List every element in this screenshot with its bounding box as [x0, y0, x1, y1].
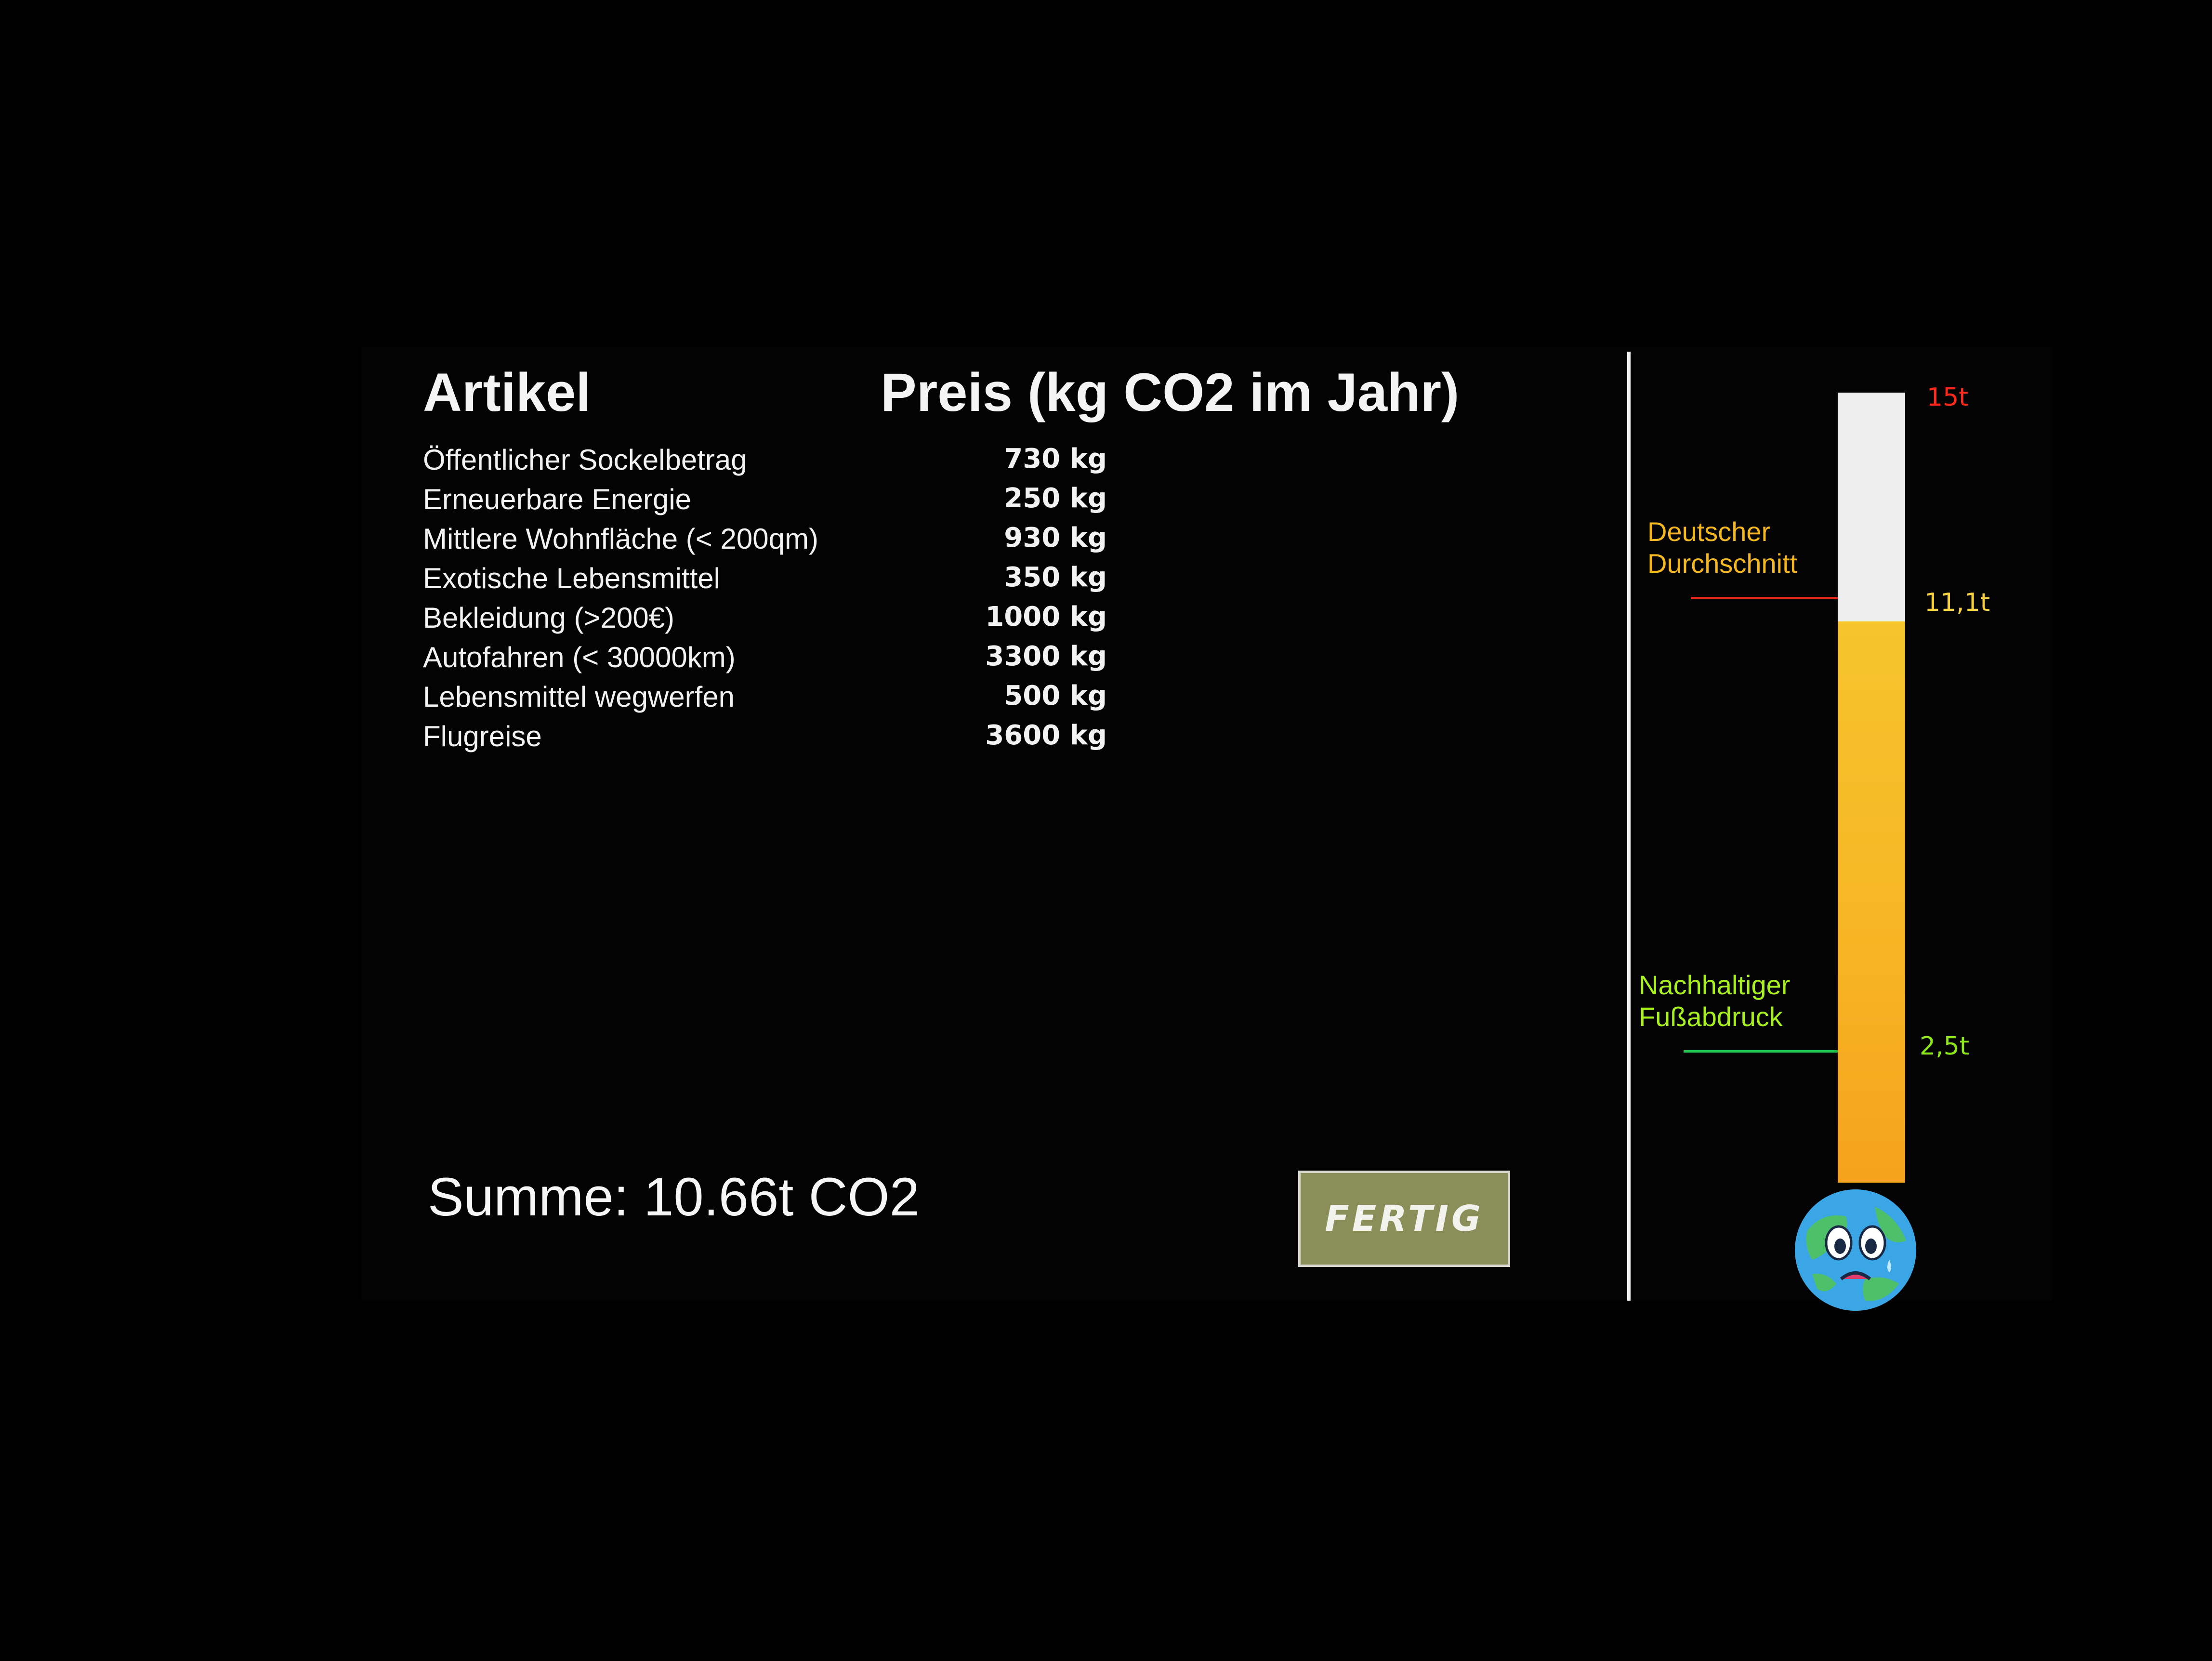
item-list: Öffentlicher Sockelbetrag 730 kg Erneuerba… — [423, 443, 1107, 759]
item-value: 1000 kg — [985, 601, 1107, 633]
scale-max-label: 15t — [1927, 383, 1969, 412]
sustainable-footprint-label: Nachhaltiger Fußabdruck — [1639, 969, 1791, 1032]
item-name: Autofahren (< 30000km) — [423, 641, 736, 673]
item-name: Flugreise — [423, 720, 542, 752]
co2-thermometer — [1838, 393, 1905, 1183]
item-name: Erneuerbare Energie — [423, 483, 692, 515]
item-value: 930 kg — [1004, 522, 1107, 554]
item-value: 730 kg — [1004, 443, 1107, 475]
table-row: Lebensmittel wegwerfen 500 kg — [423, 680, 1107, 720]
column-header-item: Artikel — [423, 362, 591, 422]
thermometer-fill — [1838, 621, 1905, 1183]
item-value: 500 kg — [1004, 680, 1107, 712]
sustainable-footprint-value: 2,5t — [1920, 1031, 1970, 1061]
table-row: Flugreise 3600 kg — [423, 720, 1107, 759]
table-row: Mittlere Wohnfläche (< 200qm) 930 kg — [423, 522, 1107, 562]
item-value: 3300 kg — [985, 641, 1107, 672]
item-name: Öffentlicher Sockelbetrag — [423, 444, 747, 476]
sum-total: Summe: 10.66t CO2 — [428, 1167, 920, 1227]
table-row: Autofahren (< 30000km) 3300 kg — [423, 641, 1107, 680]
item-name: Exotische Lebensmittel — [423, 562, 720, 594]
item-value: 3600 kg — [985, 720, 1107, 751]
table-row: Bekleidung (>200€) 1000 kg — [423, 601, 1107, 641]
table-row: Öffentlicher Sockelbetrag 730 kg — [423, 443, 1107, 483]
german-average-line — [1691, 597, 1838, 600]
item-value: 250 kg — [1004, 483, 1107, 514]
item-name: Bekleidung (>200€) — [423, 602, 675, 634]
sustainable-footprint-line — [1684, 1050, 1838, 1053]
german-average-label: Deutscher Durchschnitt — [1647, 516, 1798, 579]
table-row: Exotische Lebensmittel 350 kg — [423, 562, 1107, 601]
vertical-divider — [1627, 352, 1631, 1301]
item-value: 350 kg — [1004, 562, 1107, 593]
german-average-value: 11,1t — [1924, 588, 1990, 618]
column-header-price: Preis (kg CO2 im Jahr) — [881, 362, 1460, 422]
fertig-button[interactable]: FERTIG — [1298, 1171, 1510, 1267]
sad-earth-icon — [1795, 1189, 1916, 1311]
item-name: Mittlere Wohnfläche (< 200qm) — [423, 523, 818, 555]
app-screen: Artikel Preis (kg CO2 im Jahr) Öffentlic… — [361, 347, 2052, 1311]
table-row: Erneuerbare Energie 250 kg — [423, 483, 1107, 522]
item-name: Lebensmittel wegwerfen — [423, 681, 735, 713]
